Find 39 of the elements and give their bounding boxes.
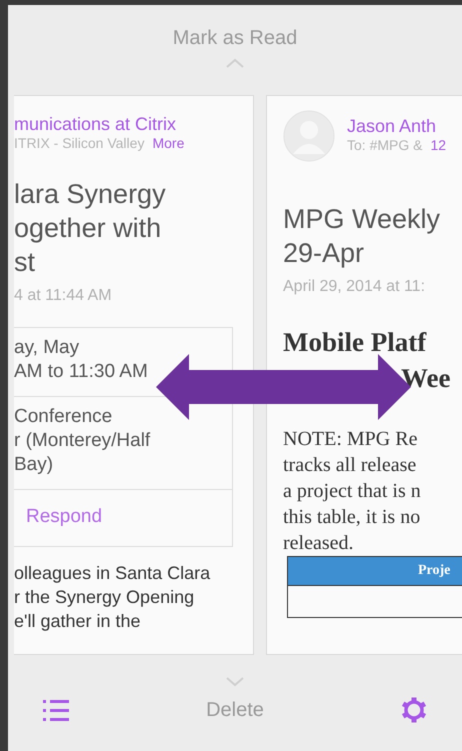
event-location: r (Monterey/Half [14, 429, 152, 453]
event-location: Conference [14, 405, 114, 429]
event-time: ay, May [14, 336, 80, 360]
caret-down-icon [225, 677, 245, 687]
avatar-icon [283, 110, 335, 162]
subject-line: st [14, 246, 36, 279]
recipient-count[interactable]: 12 [430, 137, 446, 153]
settings-icon[interactable] [400, 697, 428, 723]
message-card[interactable] [14, 95, 254, 655]
sender-name: munications at Citrix [14, 114, 178, 135]
body-text: olleagues in Santa Clara [14, 562, 212, 585]
note-text: this table, it is no [283, 505, 422, 530]
sender-name: Jason Anth [347, 116, 438, 137]
caret-up-icon [225, 58, 245, 68]
event-location: Bay) [14, 453, 54, 477]
event-time: AM to 11:30 AM [14, 360, 149, 384]
note-text: a project that is n [283, 479, 422, 504]
mark-as-read-button[interactable]: Mark as Read [172, 27, 298, 50]
respond-button[interactable]: Respond [14, 490, 102, 546]
delete-button[interactable]: Delete [206, 698, 264, 722]
subject-line: 29-Apr [283, 237, 366, 270]
body-text: r the Synergy Opening [14, 586, 196, 609]
message-card[interactable]: Jason Anth To: #MPG & 12 MPG Weekly 29-Apr April 29, 2014 at 11: Mobile Platf Wee NOTE: MPG Re tracks all release a project that is n this table, it is no released. Proje [266, 95, 462, 655]
body-text: e'll gather in the [14, 610, 142, 633]
document-heading: Mobile Platf [283, 326, 428, 359]
subject-line: ogether with [14, 212, 162, 245]
note-text: released. [283, 531, 355, 556]
document-heading: Wee [400, 362, 452, 395]
note-text: NOTE: MPG Re [283, 427, 418, 452]
recipient-name: To: #MPG & [347, 137, 422, 153]
subject-line: lara Synergy [14, 178, 167, 211]
list-icon[interactable] [42, 697, 70, 723]
account-name: ITRIX - Silicon Valley [14, 135, 144, 151]
more-link[interactable]: More [152, 135, 184, 151]
message-date: 4 at 11:44 AM [14, 287, 113, 305]
note-text: tracks all release [283, 453, 418, 478]
message-date: April 29, 2014 at 11: [283, 278, 426, 296]
table-header: Proje [288, 557, 462, 586]
subject-line: MPG Weekly [283, 203, 442, 236]
